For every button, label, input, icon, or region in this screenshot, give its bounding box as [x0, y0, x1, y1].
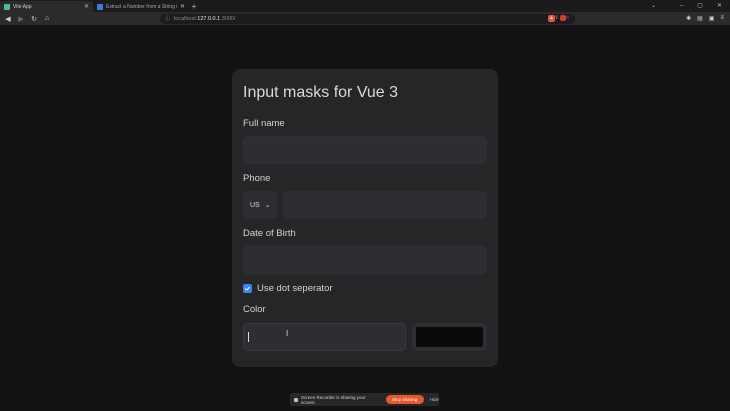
forward-icon[interactable]: ▶	[16, 14, 26, 24]
maximize-button[interactable]: ▢	[697, 2, 703, 9]
hide-button[interactable]: Hide	[430, 397, 439, 402]
minimize-button[interactable]: –	[680, 3, 683, 9]
page-content: Input masks for Vue 3 Full name Phone US…	[0, 25, 730, 411]
tabs-dropdown-icon[interactable]: ⌄	[651, 0, 656, 11]
background-artifact	[97, 337, 167, 361]
browser-window: Vite App ✕ Extract a Number from a Strin…	[0, 0, 730, 411]
tab-strip: Vite App ✕ Extract a Number from a Strin…	[0, 0, 730, 12]
address-bar[interactable]: ⓘ localhost: 127.0.0.1 :3000/ ⇪ ☆	[160, 13, 575, 24]
tab-title: Vite App	[13, 3, 32, 10]
stop-sharing-button[interactable]: Stop sharing	[385, 395, 424, 404]
web-icon	[97, 3, 103, 10]
check-icon	[245, 286, 251, 291]
color-label: Color	[243, 304, 266, 315]
reload-icon[interactable]: ↻	[29, 14, 39, 24]
new-tab-button[interactable]: +	[189, 1, 199, 12]
url-path: :3000/	[220, 15, 236, 22]
sidebar-icon[interactable]: ▤	[697, 15, 703, 22]
full-name-input[interactable]	[243, 136, 487, 164]
chevron-down-icon: ⌄	[264, 202, 271, 209]
brave-shield-icon[interactable]: ▲	[548, 15, 555, 22]
text-cursor	[248, 332, 249, 342]
color-text-input[interactable]: I	[243, 323, 406, 351]
screen-share-bar: Screen Recorder is sharing your screen. …	[290, 393, 439, 406]
dot-separator-row: Use dot seperator	[243, 283, 333, 294]
window-controls: – ▢ ✕	[680, 0, 730, 11]
shield-area: ▲	[548, 15, 566, 22]
close-tab-icon[interactable]: ✕	[180, 3, 185, 10]
full-name-label: Full name	[243, 118, 285, 129]
url-scheme: localhost:	[174, 15, 198, 22]
ibeam-cursor-icon: I	[286, 329, 289, 338]
vue-icon	[4, 3, 10, 10]
dot-separator-checkbox[interactable]	[243, 284, 252, 293]
dob-label: Date of Birth	[243, 228, 296, 239]
page-title: Input masks for Vue 3	[243, 84, 399, 101]
tab-title: Extract a Number from a String in Jav	[106, 3, 177, 10]
toolbar-right: ✱ ▤ ▣ ≡	[686, 15, 724, 22]
home-icon[interactable]: ⌂	[42, 14, 52, 24]
menu-icon[interactable]: ≡	[720, 15, 724, 22]
phone-input[interactable]	[283, 191, 487, 219]
tab-vite-app[interactable]: Vite App ✕	[0, 1, 93, 12]
country-code-value: US	[250, 201, 260, 209]
form-card: Input masks for Vue 3 Full name Phone US…	[232, 69, 498, 367]
back-icon[interactable]: ◀	[3, 14, 13, 24]
rewards-icon[interactable]	[560, 15, 566, 21]
dot-separator-label: Use dot seperator	[257, 283, 333, 294]
url-host: 127.0.0.1	[197, 15, 221, 22]
site-info-icon[interactable]: ⓘ	[165, 15, 170, 22]
extensions-icon[interactable]: ✱	[686, 15, 691, 22]
screen-share-message: Screen Recorder is sharing your screen.	[300, 394, 366, 405]
close-window-button[interactable]: ✕	[717, 2, 722, 9]
dob-input[interactable]	[243, 246, 487, 274]
tab-extract-number[interactable]: Extract a Number from a String in Jav ✕	[93, 1, 189, 12]
browser-toolbar: ◀ ▶ ↻ ⌂ ⓘ localhost: 127.0.0.1 :3000/ ⇪ …	[0, 12, 730, 25]
color-swatch	[416, 327, 483, 347]
phone-label: Phone	[243, 173, 271, 184]
wallet-icon[interactable]: ▣	[709, 15, 715, 22]
screen-share-icon	[294, 397, 298, 402]
close-tab-icon[interactable]: ✕	[84, 3, 89, 10]
color-picker[interactable]	[412, 323, 487, 351]
country-code-select[interactable]: US ⌄	[243, 191, 278, 219]
